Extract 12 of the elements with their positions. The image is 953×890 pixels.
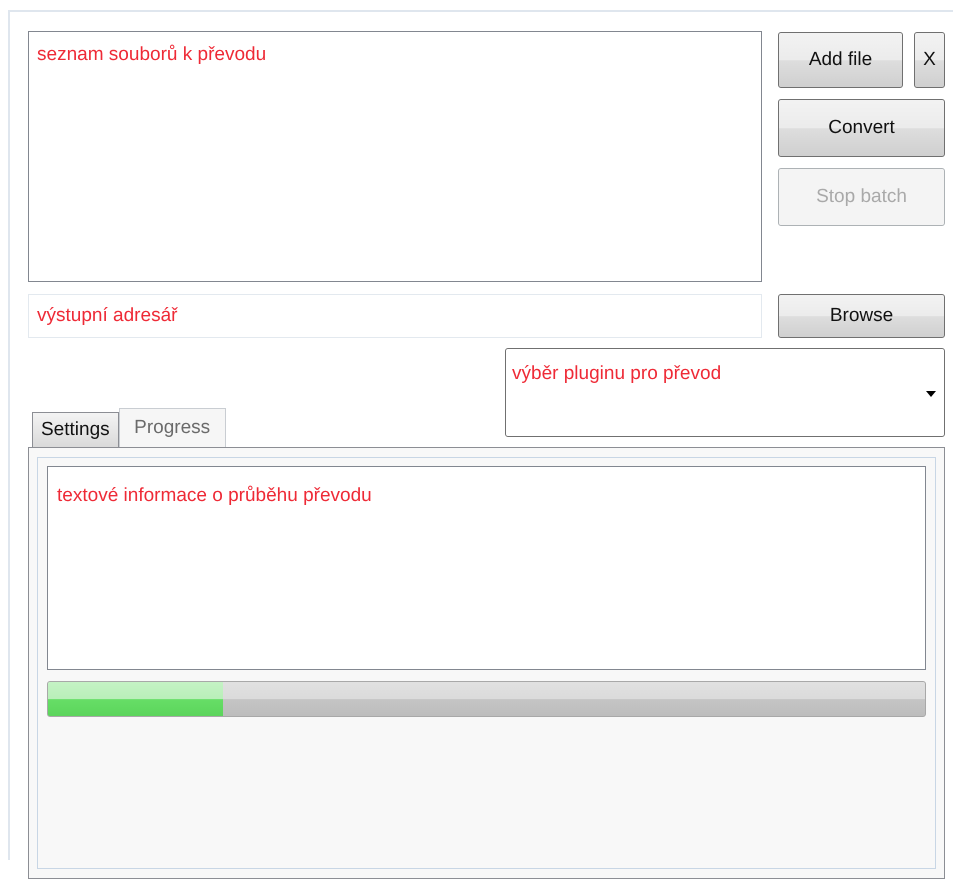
- plugin-dropdown[interactable]: výběr pluginu pro převod: [505, 348, 945, 437]
- file-list[interactable]: seznam souborů k převodu: [28, 31, 762, 282]
- file-list-text: seznam souborů k převodu: [37, 44, 266, 65]
- remove-button[interactable]: X: [914, 32, 945, 88]
- caret-icon: [926, 391, 936, 397]
- log-text: textové informace o průběhu převodu: [57, 485, 372, 506]
- tab[interactable]: Progress: [118, 408, 226, 447]
- output-directory-field[interactable]: výstupní adresář: [28, 294, 762, 338]
- browse-button[interactable]: Browse: [778, 294, 945, 338]
- tab[interactable]: Settings: [32, 412, 119, 447]
- add-file-button[interactable]: Add file: [778, 32, 903, 88]
- convert-button[interactable]: Convert: [778, 99, 945, 157]
